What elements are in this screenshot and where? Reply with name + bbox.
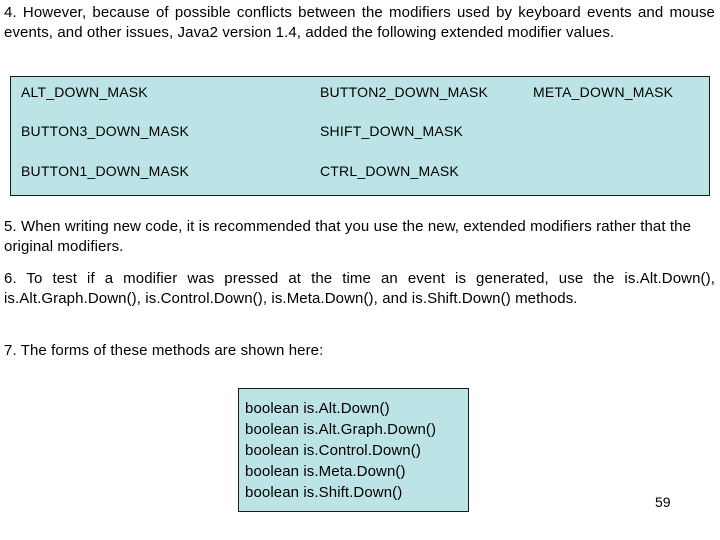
code-line-is-control-down: boolean is.Control.Down() — [245, 442, 421, 459]
paragraph-6: 6. To test if a modifier was pressed at … — [4, 270, 715, 307]
code-line-is-alt-down: boolean is.Alt.Down() — [245, 400, 390, 417]
mask-cell-shift-down: SHIFT_DOWN_MASK — [320, 123, 464, 139]
mask-cell-ctrl-down: CTRL_DOWN_MASK — [320, 163, 459, 179]
paragraph-4: 4. However, because of possible conflict… — [4, 4, 715, 41]
paragraph-7: 7. The forms of these methods are shown … — [4, 342, 324, 359]
mask-cell-meta-down: META_DOWN_MASK — [533, 84, 674, 100]
table-row: ALT_DOWN_MASK BUTTON2_DOWN_MASK META_DOW… — [11, 77, 720, 117]
mask-cell-button3-down: BUTTON3_DOWN_MASK — [21, 123, 190, 139]
mask-cell-button2-down: BUTTON2_DOWN_MASK — [320, 84, 489, 100]
slide-canvas: 4. However, because of possible conflict… — [0, 0, 720, 540]
mask-table-grid: ALT_DOWN_MASK BUTTON2_DOWN_MASK META_DOW… — [11, 77, 720, 197]
mask-cell-empty-r3c3 — [533, 157, 720, 197]
code-line-is-meta-down: boolean is.Meta.Down() — [245, 463, 406, 480]
mask-cell-button1-down: BUTTON1_DOWN_MASK — [21, 163, 190, 179]
paragraph-5: 5. When writing new code, it is recommen… — [4, 218, 692, 255]
code-line-is-shift-down: boolean is.Shift.Down() — [245, 484, 403, 501]
mask-cell-empty-r2c3 — [533, 117, 720, 157]
table-row: BUTTON1_DOWN_MASK CTRL_DOWN_MASK — [11, 157, 720, 197]
code-line-is-alt-graph-down: boolean is.Alt.Graph.Down() — [245, 421, 437, 438]
table-row: BUTTON3_DOWN_MASK SHIFT_DOWN_MASK — [11, 117, 720, 157]
extended-modifier-mask-table: ALT_DOWN_MASK BUTTON2_DOWN_MASK META_DOW… — [10, 76, 710, 196]
mask-cell-alt-down: ALT_DOWN_MASK — [21, 84, 148, 100]
method-signature-code-box: boolean is.Alt.Down() boolean is.Alt.Gra… — [238, 388, 469, 512]
page-number: 59 — [655, 494, 671, 510]
